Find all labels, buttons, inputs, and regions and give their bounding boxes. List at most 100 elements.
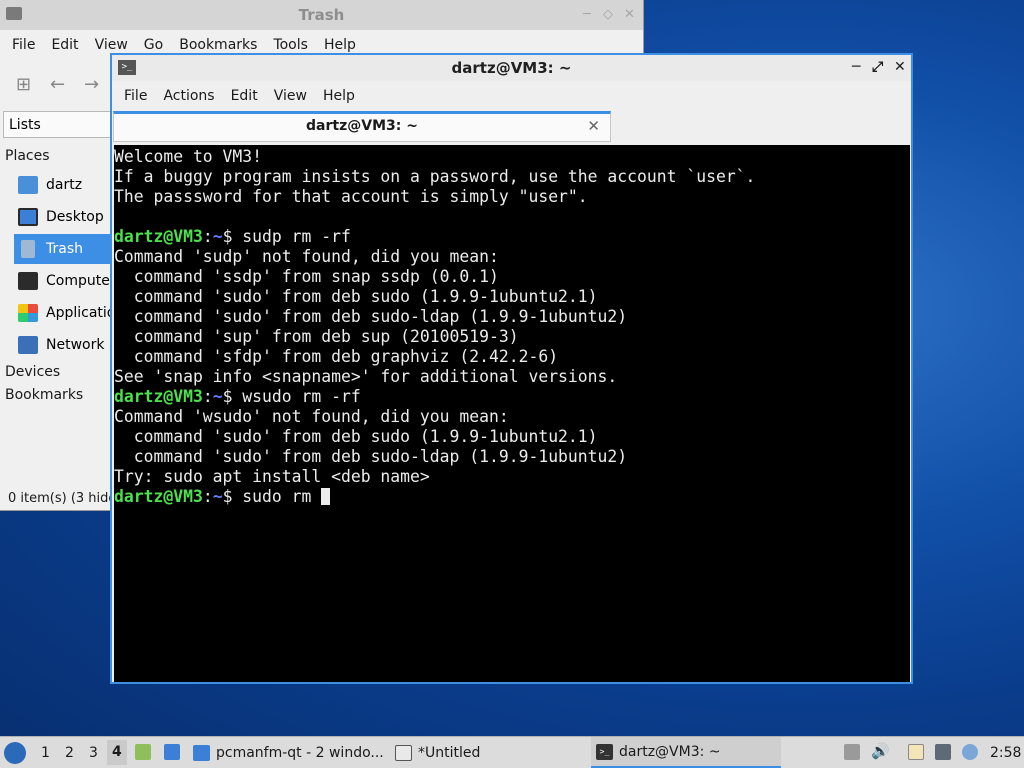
- prompt-path: ~: [212, 387, 223, 406]
- menu-tools[interactable]: Tools: [265, 37, 316, 53]
- terminal-output-line: If a buggy program insists on a password…: [114, 167, 910, 187]
- terminal-titlebar[interactable]: >_ dartz@VM3: ~ ─ ⤢ ✕: [112, 55, 911, 81]
- menu-bookmarks[interactable]: Bookmarks: [171, 37, 265, 53]
- forward-arrow-icon[interactable]: →: [84, 74, 99, 95]
- desktop-icon: [18, 208, 38, 226]
- prompt-user: dartz@VM3: [114, 387, 203, 406]
- places-header[interactable]: Places: [5, 148, 50, 164]
- network-icon: [18, 336, 38, 354]
- terminal-output-line: Try: sudo apt install <deb name>: [114, 467, 910, 487]
- line-text: If a buggy program insists on a password…: [114, 167, 756, 186]
- sidebar-item-computer[interactable]: Compute: [14, 266, 110, 296]
- sidebar-item-dartz[interactable]: dartz: [14, 170, 110, 200]
- terminal-output-line: Command 'wsudo' not found, did you mean:: [114, 407, 910, 427]
- update-notifier-icon[interactable]: [962, 744, 978, 760]
- menu-help[interactable]: Help: [315, 88, 363, 104]
- line-text: The passsword for that account is simply…: [114, 187, 588, 206]
- menu-help[interactable]: Help: [316, 37, 364, 53]
- menu-edit[interactable]: Edit: [43, 37, 86, 53]
- terminal-output-line: command 'sudo' from deb sudo-ldap (1.9.9…: [114, 447, 910, 467]
- menu-actions[interactable]: Actions: [155, 88, 222, 104]
- workspace-2[interactable]: 2: [65, 745, 74, 761]
- terminal-output-line: command 'sudo' from deb sudo-ldap (1.9.9…: [114, 307, 910, 327]
- clipboard-icon[interactable]: [908, 744, 924, 760]
- prompt-path: ~: [212, 487, 223, 506]
- file-manager-titlebar[interactable]: Trash ─ ◇ ✕: [0, 0, 643, 30]
- terminal-tab[interactable]: dartz@VM3: ~ ✕: [113, 111, 611, 142]
- line-text: command 'sudo' from deb sudo (1.9.9-1ubu…: [114, 427, 598, 446]
- prompt-user: dartz@VM3: [114, 487, 203, 506]
- notes-icon[interactable]: [135, 744, 151, 760]
- window-title: dartz@VM3: ~: [451, 59, 572, 77]
- clock[interactable]: 2:58: [990, 745, 1021, 761]
- task-pcmanfm[interactable]: pcmanfm-qt - 2 windo...: [193, 737, 388, 768]
- terminal-window: >_ dartz@VM3: ~ ─ ⤢ ✕ File Actions Edit …: [110, 53, 913, 684]
- network-tray-icon[interactable]: [935, 744, 951, 760]
- task-terminal[interactable]: >_ dartz@VM3: ~: [591, 737, 781, 768]
- status-bar-text: 0 item(s) (3 hidd: [8, 491, 117, 506]
- terminal-prompt-line: dartz@VM3:~$ sudo rm: [114, 487, 910, 507]
- folder-icon: [193, 744, 210, 761]
- terminal-output-line: The passsword for that account is simply…: [114, 187, 910, 207]
- lubuntu-logo-icon: [4, 741, 26, 764]
- sidebar-item-network[interactable]: Network: [14, 330, 110, 360]
- menu-edit[interactable]: Edit: [223, 88, 266, 104]
- line-text: command 'sudo' from deb sudo (1.9.9-1ubu…: [114, 287, 598, 306]
- close-icon[interactable]: ✕: [894, 59, 906, 75]
- show-desktop-icon[interactable]: [164, 744, 180, 760]
- text-editor-icon: [395, 744, 412, 761]
- volume-icon[interactable]: 🔊: [871, 742, 890, 760]
- prompt-user: dartz@VM3: [114, 227, 203, 246]
- minimize-icon[interactable]: ─: [852, 59, 860, 75]
- task-label: pcmanfm-qt - 2 windo...: [216, 744, 384, 761]
- line-text: $ sudo rm: [222, 487, 322, 506]
- trash-icon: [21, 240, 35, 258]
- menu-file[interactable]: File: [116, 88, 155, 104]
- back-arrow-icon[interactable]: ←: [50, 74, 65, 95]
- minimize-icon[interactable]: ─: [583, 7, 591, 22]
- new-tab-icon[interactable]: ⊞: [16, 74, 31, 95]
- app-menu-button[interactable]: [4, 737, 32, 768]
- maximize-icon[interactable]: ◇: [603, 7, 613, 22]
- workspace-1[interactable]: 1: [41, 745, 50, 761]
- taskbar: 1 2 3 4 pcmanfm-qt - 2 windo... *Untitle…: [0, 736, 1024, 768]
- side-pane-mode-select[interactable]: Lists: [3, 111, 113, 138]
- line-text: command 'sfdp' from deb graphviz (2.42.2…: [114, 347, 559, 366]
- terminal-prompt-line: dartz@VM3:~$ sudp rm -rf: [114, 227, 910, 247]
- sidebar-item-desktop[interactable]: Desktop: [14, 202, 110, 232]
- restore-icon[interactable]: ⤢: [872, 59, 883, 75]
- workspace-4-active[interactable]: 4: [107, 740, 127, 765]
- terminal-output-line: command 'sup' from deb sup (20100519-3): [114, 327, 910, 347]
- menu-view[interactable]: View: [266, 88, 315, 104]
- terminal-output-line: command 'sfdp' from deb graphviz (2.42.2…: [114, 347, 910, 367]
- prompt-path: ~: [212, 227, 223, 246]
- tab-label: dartz@VM3: ~: [306, 118, 418, 134]
- sidebar-item-applications[interactable]: Applicatio: [14, 298, 115, 328]
- text-cursor: [321, 488, 331, 505]
- terminal-output-line: Welcome to VM3!: [114, 147, 910, 167]
- sidebar-item-trash[interactable]: Trash: [14, 234, 110, 264]
- terminal-tabbar: dartz@VM3: ~ ✕: [112, 111, 911, 143]
- terminal-menubar: File Actions Edit View Help: [112, 81, 911, 111]
- terminal-prompt-line: dartz@VM3:~$ wsudo rm -rf: [114, 387, 910, 407]
- eject-icon[interactable]: [844, 744, 860, 760]
- terminal-output-line: command 'sudo' from deb sudo (1.9.9-1ubu…: [114, 287, 910, 307]
- computer-icon: [18, 272, 38, 290]
- devices-header[interactable]: Devices: [5, 364, 60, 380]
- close-icon[interactable]: ✕: [624, 7, 635, 22]
- terminal-screen[interactable]: Welcome to VM3! If a buggy program insist…: [114, 145, 910, 682]
- prompt-separator: :: [202, 387, 213, 406]
- line-text: Command 'sudp' not found, did you mean:: [114, 247, 499, 266]
- terminal-icon: >_: [596, 743, 613, 760]
- workspace-3[interactable]: 3: [89, 745, 98, 761]
- menu-file[interactable]: File: [4, 37, 43, 53]
- task-untitled-editor[interactable]: *Untitled: [395, 737, 585, 768]
- close-tab-icon[interactable]: ✕: [587, 117, 600, 135]
- line-text: command 'sup' from deb sup (20100519-3): [114, 327, 519, 346]
- prompt-separator: :: [202, 227, 213, 246]
- line-text: Welcome to VM3!: [114, 147, 263, 166]
- menu-view[interactable]: View: [87, 37, 136, 53]
- menu-go[interactable]: Go: [136, 37, 171, 53]
- bookmarks-header[interactable]: Bookmarks: [5, 387, 83, 403]
